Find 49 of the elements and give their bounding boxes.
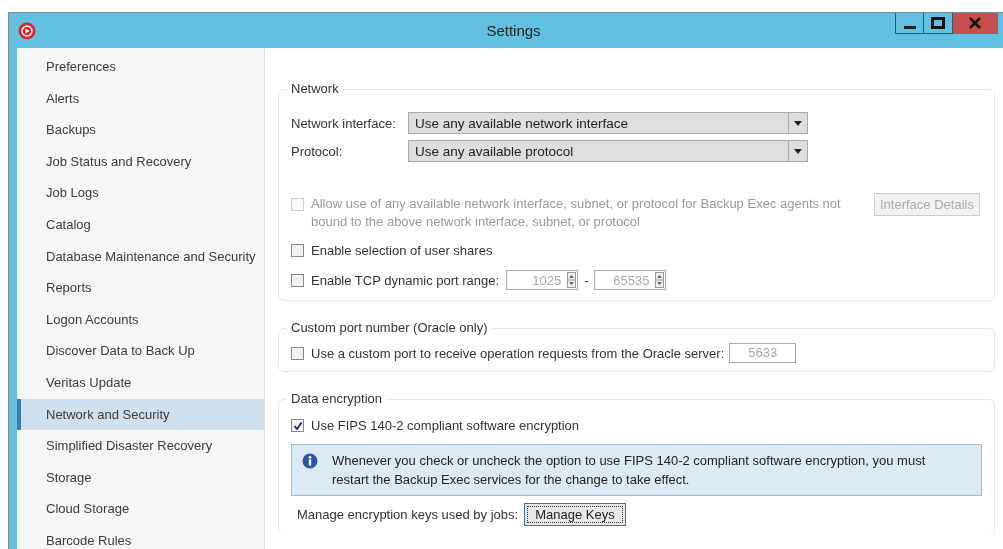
sidebar-item[interactable]: Reports [17,272,264,304]
sidebar-item[interactable]: Simplified Disaster Recovery [17,430,264,462]
sidebar-item[interactable]: Database Maintenance and Security [17,240,264,273]
minimize-icon [903,26,916,29]
manage-keys-button[interactable]: Manage Keys [524,503,626,526]
spinner-icon [655,272,665,288]
option-label: Use FIPS 140-2 compliant software encryption [311,418,580,433]
group-title: Network [287,81,343,96]
checkbox[interactable] [291,419,304,432]
sidebar-item[interactable]: Veritas Update [17,366,264,399]
sidebar-item[interactable]: Network and Security [17,398,264,431]
sidebar-item[interactable]: Catalog [17,208,264,241]
minimize-button[interactable] [895,13,924,34]
range-separator: - [584,272,589,288]
maximize-icon [931,17,945,29]
option-label: Enable selection of user shares [311,243,493,258]
checkbox[interactable] [291,244,304,257]
field-label: Network interface: [291,115,397,131]
group-title: Data encryption [287,391,387,406]
check-icon [292,420,303,431]
group-title: Custom port number (Oracle only) [287,320,492,335]
sidebar-item[interactable]: Discover Data to Back Up [17,335,264,367]
sidebar-item[interactable]: Storage [17,461,264,494]
dropdown[interactable]: Use any available protocol [408,140,808,162]
caret-icon [794,148,802,154]
sidebar-item[interactable]: Barcode Rules [17,524,264,549]
sidebar-item[interactable]: Alerts [17,82,264,115]
caret-icon [794,120,802,126]
dropdown[interactable]: Use any available network interface [408,112,808,134]
sidebar-item[interactable]: Cloud Storage [17,493,264,525]
sidebar-item[interactable]: Backups [17,114,264,146]
close-icon [969,17,981,29]
sidebar-item[interactable]: Job Status and Recovery [17,145,264,178]
checkbox[interactable] [291,273,304,287]
sidebar-item[interactable]: Logon Accounts [17,303,264,336]
field-label: Protocol: [291,143,344,159]
info-icon [302,453,318,469]
window-title: Settings [486,22,541,39]
close-button[interactable] [953,13,998,34]
manage-label: Manage encryption keys used by jobs: [297,507,519,522]
sidebar-item[interactable]: Job Logs [17,177,264,209]
spinner-icon [567,272,577,288]
option-label: Allow use of any available network interface, subnet, or protocol for Backup Exec agents not bound to the above network interface, subnet, or protocol [311,195,842,231]
app-logo-icon [18,21,36,40]
option-label: Enable TCP dynamic port range: [311,272,500,288]
option-label: Use a custom port to receive operation requests from the Oracle server: [311,345,725,361]
sidebar-item[interactable]: Preferences [17,51,264,83]
info-text: Whenever you check or uncheck the option to use FIPS 140-2 compliant software encryption, you must restart the Backup Exec services for the change to take effect. [332,452,927,489]
checkbox[interactable] [291,346,304,360]
